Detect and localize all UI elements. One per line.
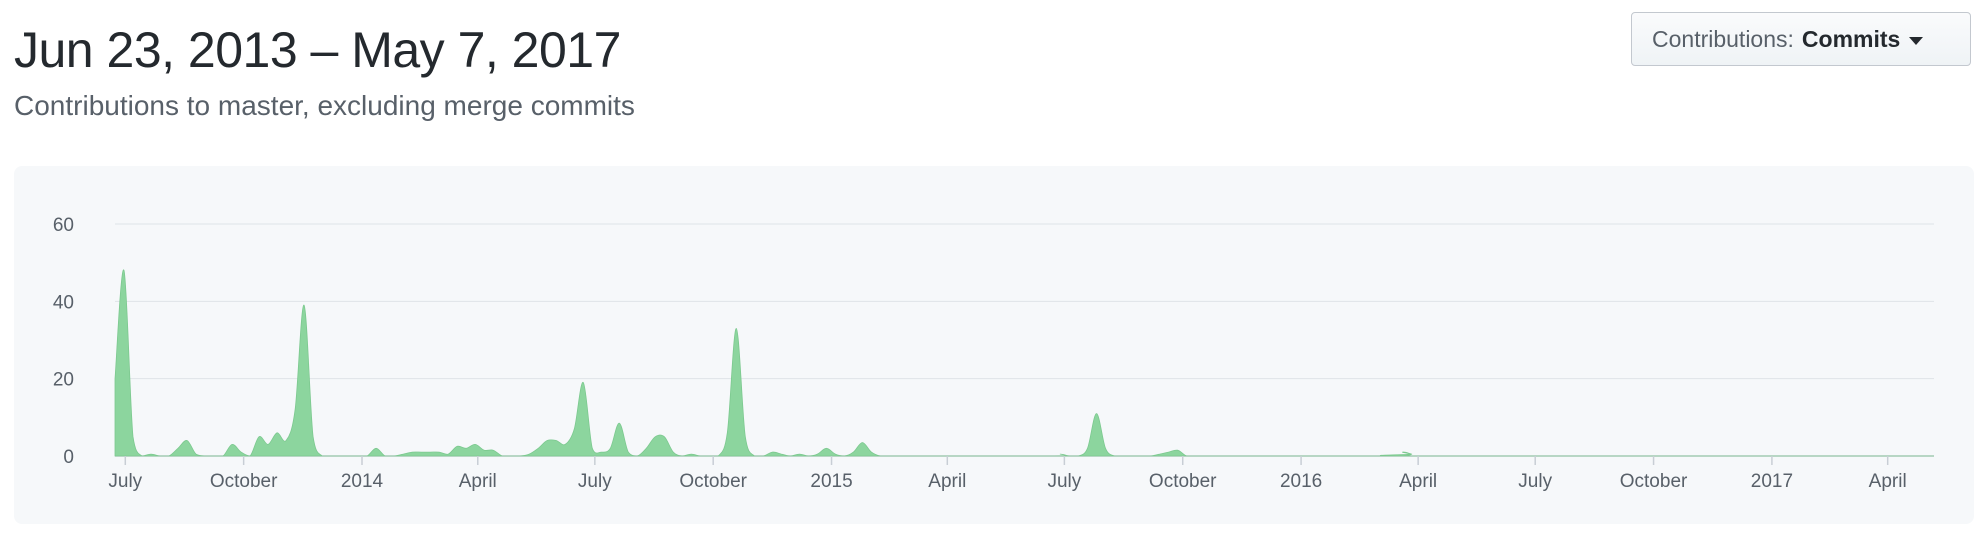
contributions-chart: 0 20 40 60 July October 2014 April July October 20… bbox=[53, 215, 1934, 492]
x-tick-label: 2014 bbox=[341, 471, 384, 492]
contributions-type-dropdown[interactable]: Contributions: Commits bbox=[1631, 12, 1971, 66]
y-tick-label: 40 bbox=[53, 292, 74, 313]
date-range-title: Jun 23, 2013 – May 7, 2017 bbox=[14, 22, 621, 78]
y-tick-label: 60 bbox=[53, 215, 74, 236]
x-tick-label: October bbox=[1620, 471, 1688, 492]
x-tick-label: April bbox=[928, 471, 966, 492]
x-tick-label: April bbox=[459, 471, 497, 492]
x-tick-label: July bbox=[1518, 471, 1552, 492]
chart-subtitle: Contributions to master, excluding merge… bbox=[14, 90, 635, 121]
y-tick-label: 20 bbox=[53, 370, 74, 391]
x-tick-label: 2017 bbox=[1751, 471, 1793, 492]
dropdown-selected-value: Commits bbox=[1801, 25, 1901, 52]
caret-down-icon bbox=[1909, 36, 1924, 45]
x-tick-label: October bbox=[210, 471, 278, 492]
dropdown-label: Contributions: bbox=[1652, 25, 1794, 52]
y-tick-label: 0 bbox=[63, 447, 74, 468]
contributions-chart-panel: 0 20 40 60 July October 2014 April July October 20… bbox=[14, 166, 1974, 524]
x-tick-label: 2016 bbox=[1280, 471, 1322, 492]
x-tick-label: July bbox=[578, 471, 612, 492]
x-tick-label: October bbox=[679, 471, 747, 492]
x-tick-label: October bbox=[1149, 471, 1217, 492]
x-tick-label: April bbox=[1399, 471, 1437, 492]
x-tick-label: July bbox=[108, 471, 142, 492]
x-tick-label: 2015 bbox=[810, 471, 852, 492]
commits-area-series bbox=[114, 269, 1934, 457]
x-tick-label: April bbox=[1869, 471, 1907, 492]
x-tick-label: July bbox=[1047, 471, 1081, 492]
